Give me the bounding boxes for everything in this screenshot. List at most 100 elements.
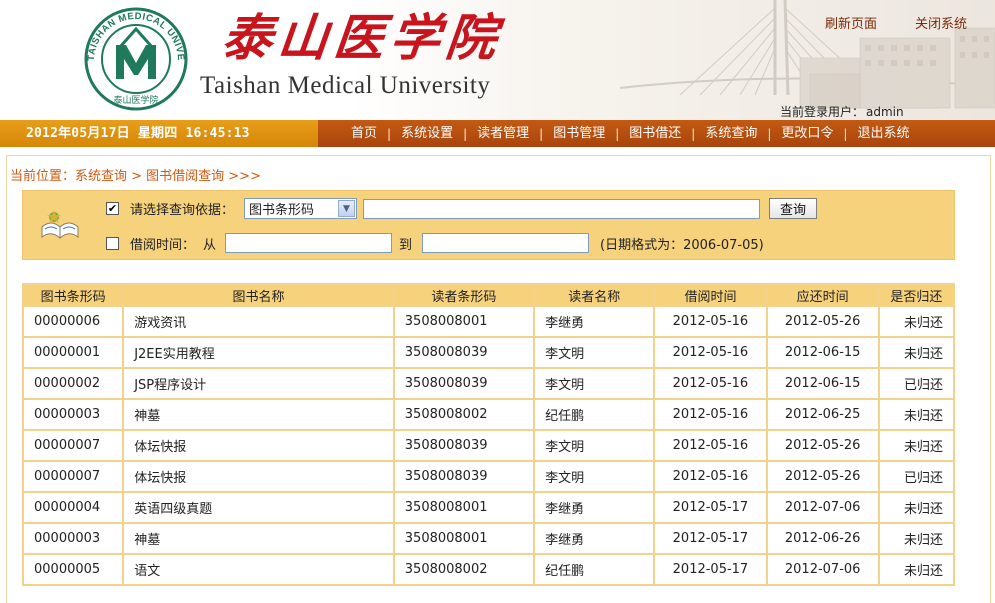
nav-item-system-query[interactable]: 系统查询: [695, 120, 767, 147]
cell-book-name: 体坛快报: [124, 462, 393, 491]
cell-book-name: 体坛快报: [124, 431, 393, 460]
cell-reader-name: 李继勇: [535, 493, 654, 522]
cell-borrow-date: 2012-05-17: [655, 493, 766, 522]
cell-book-name: 神墓: [124, 400, 393, 429]
current-user-name: admin: [866, 105, 904, 119]
nav-item-book-management[interactable]: 图书管理: [543, 120, 615, 147]
cell-returned: 已归还: [879, 462, 953, 491]
cell-due-date: 2012-05-26: [767, 462, 878, 491]
cell-returned: 未归还: [879, 524, 953, 553]
cell-reader-name: 李文明: [535, 369, 654, 398]
cell-book-barcode: 00000003: [24, 524, 123, 553]
to-date-input[interactable]: [422, 233, 590, 253]
cell-reader-name: 纪任鹏: [535, 400, 654, 429]
nav-item-borrow-return[interactable]: 图书借还: [619, 120, 691, 147]
cell-borrow-date: 2012-05-16: [655, 431, 766, 460]
basis-input[interactable]: [363, 198, 761, 219]
table-row: 00000002 JSP程序设计 3508008039 李文明 2012-05-…: [24, 369, 953, 398]
cell-due-date: 2012-06-15: [767, 369, 878, 398]
nav-item-home[interactable]: 首页: [341, 120, 387, 147]
query-row-borrow-time: 借阅时间： 从 到 (日期格式为：2006-07-05): [106, 233, 764, 253]
refresh-page-link[interactable]: 刷新页面: [825, 13, 877, 32]
cell-borrow-date: 2012-05-16: [655, 338, 766, 367]
query-row-basis: ✔ 请选择查询依据： 图书条形码 ▼ 查询: [106, 198, 818, 219]
cell-returned: 未归还: [879, 338, 953, 367]
cell-reader-barcode: 3508008039: [394, 338, 534, 367]
cell-borrow-date: 2012-05-17: [655, 524, 766, 553]
col-header-book-name: 图书名称: [124, 285, 393, 305]
cell-book-barcode: 00000007: [24, 462, 123, 491]
table-row: 00000007 体坛快报 3508008039 李文明 2012-05-16 …: [24, 462, 953, 491]
cell-book-name: JSP程序设计: [124, 369, 393, 398]
page-header: TAISHAN MEDICAL UNIVERSITY 泰山医学院 泰山医学院 T…: [0, 0, 995, 120]
cell-due-date: 2012-05-26: [767, 431, 878, 460]
nav-item-change-password[interactable]: 更改口令: [771, 120, 843, 147]
cell-due-date: 2012-06-26: [767, 524, 878, 553]
query-button[interactable]: 查询: [769, 198, 818, 219]
cell-borrow-date: 2012-05-16: [655, 369, 766, 398]
close-system-link[interactable]: 关闭系统: [915, 13, 967, 32]
cell-book-barcode: 00000006: [24, 307, 123, 336]
col-header-reader-name: 读者名称: [535, 285, 654, 305]
seal-cn-text: 泰山医学院: [113, 94, 158, 106]
table-row: 00000003 神墓 3508008001 李继勇 2012-05-17 20…: [24, 524, 953, 553]
col-header-reader-barcode: 读者条形码: [394, 285, 534, 305]
nav-item-logout[interactable]: 退出系统: [847, 120, 919, 147]
university-seal-icon: TAISHAN MEDICAL UNIVERSITY 泰山医学院: [80, 7, 188, 111]
university-name-en: Taishan Medical University: [200, 72, 491, 99]
cell-reader-barcode: 3508008001: [394, 307, 534, 336]
cell-reader-barcode: 3508008039: [394, 431, 534, 460]
cell-reader-name: 李文明: [535, 462, 654, 491]
cell-reader-barcode: 3508008002: [394, 555, 534, 584]
cell-reader-barcode: 3508008039: [394, 369, 534, 398]
cell-due-date: 2012-06-25: [767, 400, 878, 429]
cell-reader-barcode: 3508008001: [394, 493, 534, 522]
table-row: 00000006 游戏资讯 3508008001 李继勇 2012-05-16 …: [24, 307, 953, 336]
cell-book-name: J2EE实用教程: [124, 338, 393, 367]
cell-book-barcode: 00000003: [24, 400, 123, 429]
cell-returned: 已归还: [879, 369, 953, 398]
borrow-time-label: 借阅时间：: [130, 237, 196, 253]
col-header-borrow-date: 借阅时间: [655, 285, 766, 305]
from-date-input[interactable]: [225, 233, 393, 253]
cell-due-date: 2012-07-06: [767, 555, 878, 584]
borrow-time-checkbox[interactable]: [106, 236, 119, 250]
cell-reader-name: 纪任鹏: [535, 555, 654, 584]
col-header-returned: 是否归还: [879, 285, 953, 305]
cell-book-barcode: 00000005: [24, 555, 123, 584]
cell-book-barcode: 00000002: [24, 369, 123, 398]
cell-borrow-date: 2012-05-16: [655, 462, 766, 491]
cell-borrow-date: 2012-05-16: [655, 307, 766, 336]
basis-checkbox[interactable]: ✔: [106, 202, 119, 215]
to-label: 到: [399, 237, 413, 253]
cell-book-barcode: 00000007: [24, 431, 123, 460]
cell-reader-barcode: 3508008001: [394, 524, 534, 553]
open-book-icon: [41, 210, 79, 239]
from-label: 从: [203, 237, 217, 253]
date-format-hint: (日期格式为：2006-07-05): [600, 237, 764, 253]
basis-select-value: 图书条形码: [249, 203, 315, 218]
basis-select[interactable]: 图书条形码 ▼: [244, 198, 358, 219]
cell-reader-name: 李继勇: [535, 524, 654, 553]
table-row: 00000005 语文 3508008002 纪任鹏 2012-05-17 20…: [24, 555, 953, 584]
cell-due-date: 2012-06-15: [767, 338, 878, 367]
cell-reader-barcode: 3508008039: [394, 462, 534, 491]
col-header-book-barcode: 图书条形码: [24, 285, 123, 305]
current-user-label: 当前登录用户：: [780, 105, 865, 119]
query-panel: ✔ 请选择查询依据： 图书条形码 ▼ 查询 借阅时间： 从 到 (日期格式为：2…: [22, 190, 955, 260]
nav-item-system-settings[interactable]: 系统设置: [391, 120, 463, 147]
cell-reader-barcode: 3508008002: [394, 400, 534, 429]
cell-book-name: 神墓: [124, 524, 393, 553]
breadcrumb: 当前位置：系统查询 > 图书借阅查询 >>>: [10, 169, 261, 184]
basis-label: 请选择查询依据：: [130, 203, 235, 218]
cell-book-barcode: 00000001: [24, 338, 123, 367]
cell-reader-name: 李文明: [535, 431, 654, 460]
table-row: 00000004 英语四级真题 3508008001 李继勇 2012-05-1…: [24, 493, 953, 522]
chevron-down-icon[interactable]: ▼: [338, 200, 356, 217]
cell-borrow-date: 2012-05-16: [655, 400, 766, 429]
nav-item-reader-management[interactable]: 读者管理: [467, 120, 539, 147]
table-header-row: 图书条形码 图书名称 读者条形码 读者名称 借阅时间 应还时间 是否归还: [24, 285, 953, 305]
main-navigation: 2012年05月17日 星期四 16:45:13 首页 | 系统设置 | 读者管…: [0, 120, 995, 147]
cell-returned: 未归还: [879, 555, 953, 584]
current-datetime: 2012年05月17日 星期四 16:45:13: [0, 120, 318, 147]
